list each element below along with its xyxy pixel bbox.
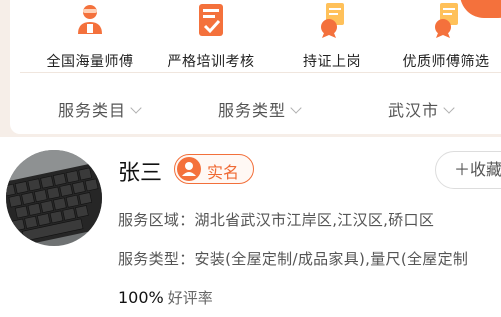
service-type: 服务类型：安装(全屋定制/成品家具),量尺(全屋定制 [118, 248, 468, 269]
service-type-label: 服务类型： [118, 250, 195, 268]
keyboard-photo [6, 150, 102, 246]
service-type-value: 安装(全屋定制/成品家具),量尺(全屋定制 [194, 250, 469, 268]
feature-label: 优质师傅筛选 [402, 54, 490, 70]
service-features-panel: 全国海量师傅 严格培训考核 持证上岗 优质师傅筛选 服务类目 服务类型 武汉市 [0, 0, 501, 137]
chevron-down-icon [130, 102, 142, 114]
feature-label: 持证上岗 [303, 54, 361, 70]
feature-strict-training[interactable]: 严格培训考核 [151, 0, 271, 71]
avatar[interactable] [6, 150, 102, 246]
service-area-value: 湖北省武汉市江岸区,江汉区,硚口区 [194, 211, 435, 229]
feature-certified[interactable]: 持证上岗 [272, 0, 392, 71]
verified-badge: 实名 [174, 154, 254, 184]
chevron-down-icon [443, 102, 455, 114]
worker-icon [78, 5, 102, 34]
filter-label: 服务类型 [218, 101, 287, 120]
filter-service-category[interactable]: 服务类目 [58, 97, 142, 121]
filter-city[interactable]: 武汉市 [388, 97, 455, 121]
filter-label: 服务类目 [58, 101, 127, 120]
certificate-icon [435, 3, 458, 38]
service-area-label: 服务区域： [118, 211, 195, 229]
service-area: 服务区域：湖北省武汉市江岸区,江汉区,硚口区 [118, 209, 434, 230]
worker-name: 张三 [118, 161, 163, 186]
person-icon [177, 157, 201, 181]
feature-label: 严格培训考核 [167, 54, 255, 70]
collect-button[interactable]: ＋收藏 [435, 151, 501, 189]
rating: 100% 好评率 [118, 287, 213, 308]
filter-service-type[interactable]: 服务类型 [218, 97, 302, 121]
certificate-icon [321, 3, 344, 38]
divider [20, 72, 501, 73]
rating-value: 100% [118, 288, 164, 307]
badge-label: 实名 [207, 163, 240, 182]
rating-label: 好评率 [167, 289, 213, 307]
checklist-icon [199, 4, 223, 36]
chevron-down-icon [290, 102, 302, 114]
feature-nationwide-workers[interactable]: 全国海量师傅 [30, 0, 150, 71]
feature-label: 全国海量师傅 [46, 54, 134, 70]
filter-label: 武汉市 [388, 101, 440, 120]
